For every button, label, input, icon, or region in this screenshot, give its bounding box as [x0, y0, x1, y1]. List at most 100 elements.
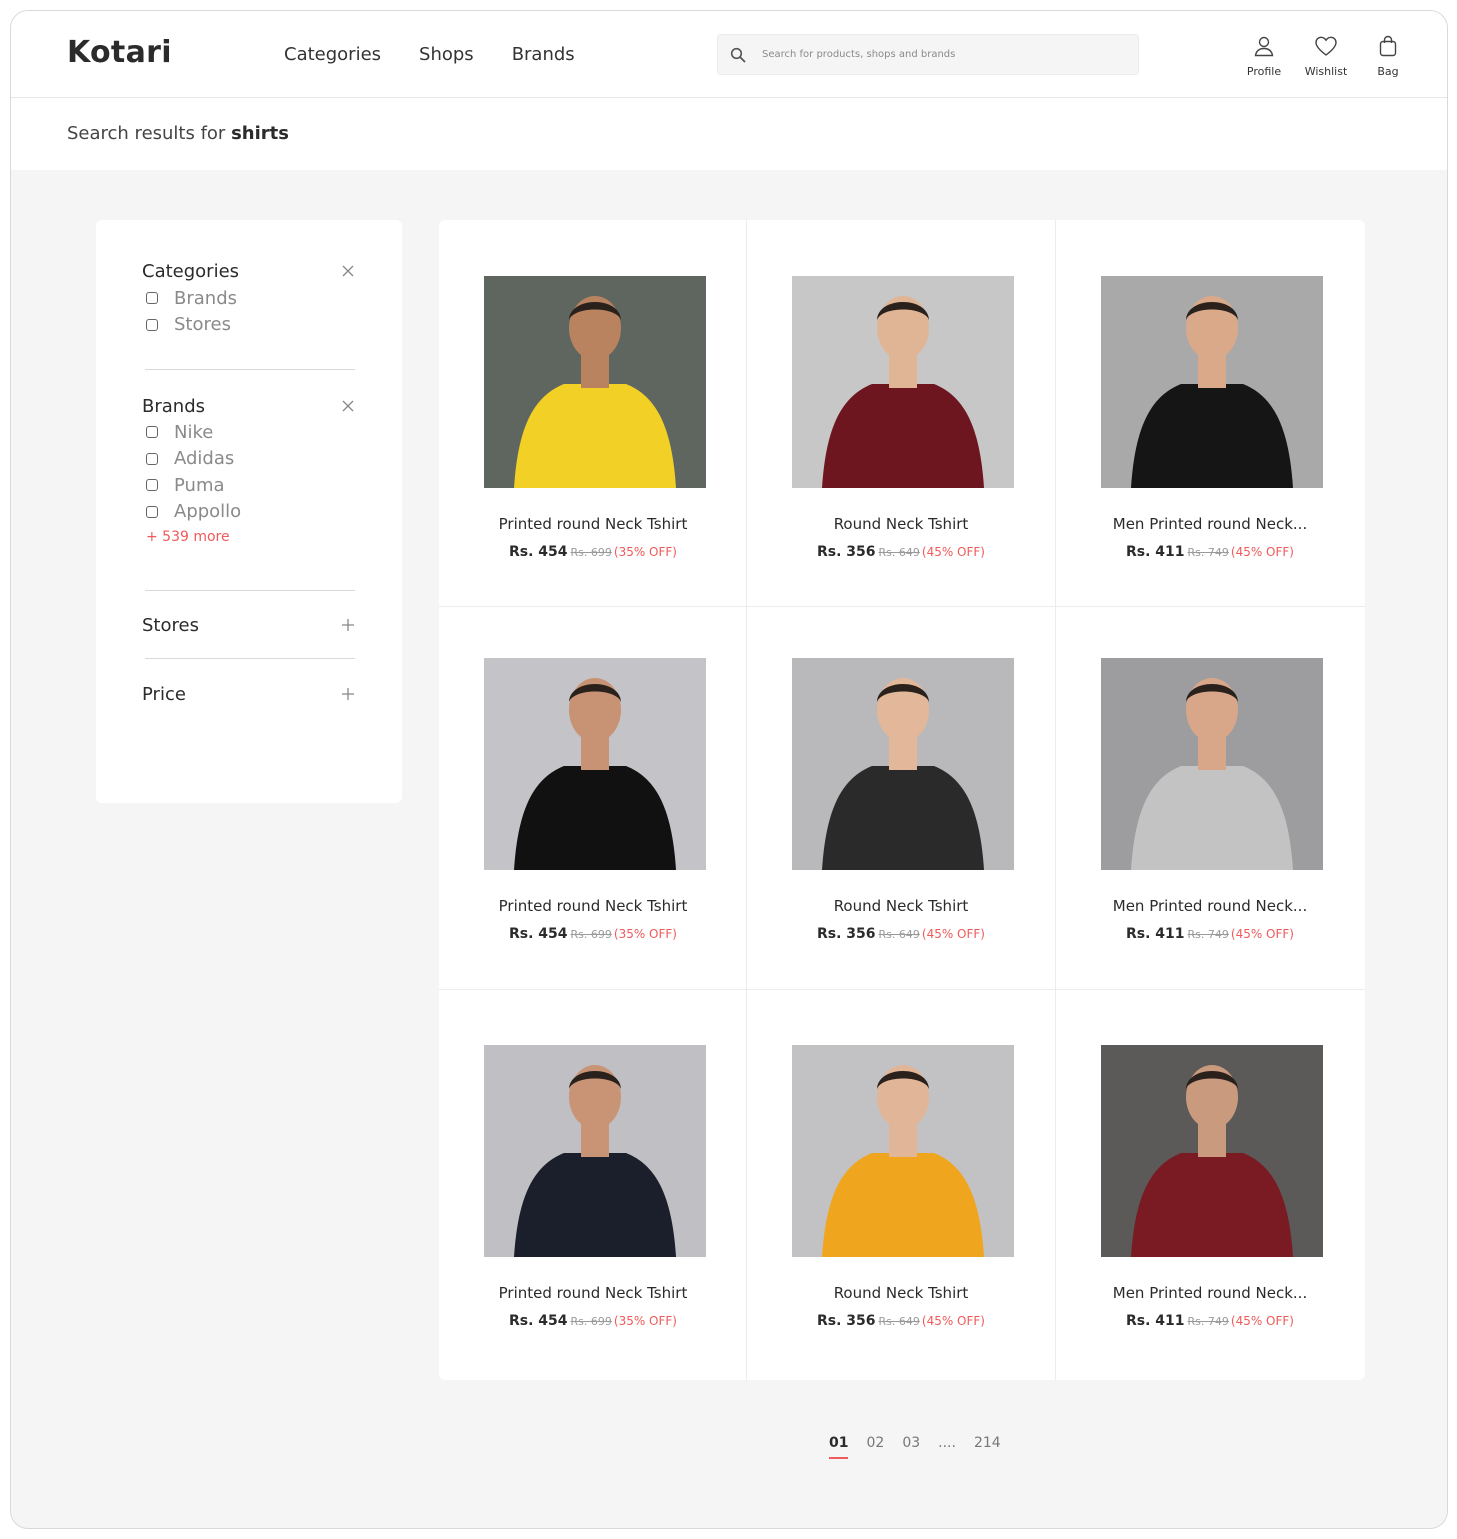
discount-label: (45% OFF): [921, 1314, 985, 1328]
bag-label: Bag: [1377, 65, 1399, 78]
original-price: Rs. 699: [570, 546, 612, 559]
original-price: Rs. 699: [570, 928, 612, 941]
original-price: Rs. 649: [878, 928, 920, 941]
sale-price: Rs. 411: [1125, 1313, 1185, 1329]
discount-label: (45% OFF): [1230, 927, 1294, 941]
original-price: Rs. 649: [878, 546, 920, 559]
product-image[interactable]: [1101, 276, 1323, 488]
profile-label: Profile: [1246, 65, 1282, 78]
discount-label: (45% OFF): [1230, 1314, 1294, 1328]
pagination: 01 02 03 .... 214: [829, 1435, 1019, 1459]
product-image[interactable]: [792, 658, 1014, 870]
search-bar: [717, 34, 1139, 75]
filter-title: Categories: [142, 260, 240, 282]
product-name: Men Printed round Neck...: [1112, 515, 1308, 533]
filter-option-brands[interactable]: Brands: [142, 285, 356, 312]
main-nav: Categories Shops Brands: [284, 44, 575, 65]
user-icon: [1253, 35, 1275, 61]
plus-icon[interactable]: [340, 686, 356, 702]
original-price: Rs. 749: [1187, 928, 1229, 941]
product-price: Rs. 356 Rs. 649 (45% OFF): [747, 1313, 1055, 1329]
nav-brands[interactable]: Brands: [512, 44, 575, 65]
nav-shops[interactable]: Shops: [419, 44, 474, 65]
product-card[interactable]: Round Neck Tshirt Rs. 356 Rs. 649 (45% OFF): [747, 606, 1055, 992]
checkbox[interactable]: [146, 505, 158, 518]
search-icon: [718, 47, 758, 63]
product-card[interactable]: Printed round Neck Tshirt Rs. 454 Rs. 699(…: [439, 990, 747, 1376]
product-card[interactable]: Men Printed round Neck... Rs. 411 Rs. 749(…: [1056, 220, 1364, 606]
search-input[interactable]: [758, 49, 1118, 60]
product-card[interactable]: Men Printed round Neck... Rs. 411 Rs. 749(…: [1056, 990, 1364, 1376]
close-icon[interactable]: [340, 398, 356, 414]
checkbox[interactable]: [146, 452, 158, 465]
product-name: Printed round Neck Tshirt: [498, 1284, 688, 1302]
sale-price: Rs. 411: [1125, 926, 1185, 942]
product-price: Rs. 454 Rs. 699 (35% OFF): [439, 544, 747, 560]
filter-option-nike[interactable]: Nike: [142, 419, 356, 446]
product-image[interactable]: [484, 658, 706, 870]
page-link-1[interactable]: 01: [829, 1435, 849, 1459]
discount-label: (35% OFF): [613, 1314, 677, 1328]
discount-label: (45% OFF): [921, 927, 985, 941]
plus-icon[interactable]: [340, 617, 356, 633]
discount-label: (45% OFF): [921, 545, 985, 559]
product-name: Round Neck Tshirt: [833, 515, 969, 533]
filter-title: Stores: [142, 614, 199, 636]
product-price: Rs. 411 Rs. 749 (45% OFF): [1056, 926, 1364, 942]
filter-option-appollo[interactable]: Appollo: [142, 499, 356, 526]
checkbox[interactable]: [146, 318, 158, 331]
close-icon[interactable]: [340, 263, 356, 279]
product-card[interactable]: Round Neck Tshirt Rs. 356 Rs. 649 (45% OFF): [747, 220, 1055, 606]
checkbox[interactable]: [146, 426, 158, 439]
product-name: Printed round Neck Tshirt: [498, 897, 688, 915]
original-price: Rs. 749: [1187, 1315, 1229, 1328]
results-bar: Search results for shirts: [11, 98, 1447, 170]
divider: [145, 658, 355, 659]
more-brands-link[interactable]: + 539 more: [146, 529, 356, 545]
sale-price: Rs. 454: [508, 1313, 568, 1329]
results-query: shirts: [231, 123, 289, 144]
product-name: Round Neck Tshirt: [833, 897, 969, 915]
heart-icon: [1314, 35, 1338, 61]
filter-sidebar: Categories Brands Stores Brands Nike Adi…: [96, 220, 402, 803]
nav-categories[interactable]: Categories: [284, 44, 381, 65]
original-price: Rs. 649: [878, 1315, 920, 1328]
product-card[interactable]: Printed round Neck Tshirt Rs. 454 Rs. 699(…: [439, 220, 747, 606]
product-image[interactable]: [1101, 1045, 1323, 1257]
discount-label: (35% OFF): [613, 927, 677, 941]
app-frame: Kotari Categories Shops Brands Profile: [10, 10, 1448, 1529]
page-link-3[interactable]: 03: [902, 1435, 920, 1451]
discount-label: (35% OFF): [613, 545, 677, 559]
product-image[interactable]: [792, 276, 1014, 488]
filter-stores: Stores: [142, 613, 356, 637]
product-name: Men Printed round Neck...: [1112, 897, 1308, 915]
filter-title: Price: [142, 683, 186, 705]
divider: [145, 369, 355, 370]
discount-label: (45% OFF): [1230, 545, 1294, 559]
filter-title: Brands: [142, 395, 205, 417]
product-card[interactable]: Round Neck Tshirt Rs. 356 Rs. 649 (45% OFF): [747, 990, 1055, 1376]
divider: [145, 590, 355, 591]
product-image[interactable]: [484, 276, 706, 488]
profile-button[interactable]: Profile: [1233, 35, 1295, 78]
filter-option-puma[interactable]: Puma: [142, 472, 356, 499]
bag-button[interactable]: Bag: [1357, 35, 1419, 78]
logo[interactable]: Kotari: [67, 35, 172, 70]
filter-option-stores[interactable]: Stores: [142, 312, 356, 339]
product-price: Rs. 356 Rs. 649 (45% OFF): [747, 544, 1055, 560]
sale-price: Rs. 356: [816, 1313, 876, 1329]
sale-price: Rs. 356: [816, 544, 876, 560]
product-price: Rs. 356 Rs. 649 (45% OFF): [747, 926, 1055, 942]
original-price: Rs. 749: [1187, 546, 1229, 559]
checkbox[interactable]: [146, 479, 158, 492]
product-image[interactable]: [792, 1045, 1014, 1257]
product-card[interactable]: Printed round Neck Tshirt Rs. 454 Rs. 699(…: [439, 606, 747, 992]
page-link-2[interactable]: 02: [866, 1435, 884, 1451]
product-image[interactable]: [484, 1045, 706, 1257]
checkbox[interactable]: [146, 292, 158, 305]
wishlist-button[interactable]: Wishlist: [1295, 35, 1357, 78]
product-image[interactable]: [1101, 658, 1323, 870]
product-card[interactable]: Men Printed round Neck... Rs. 411 Rs. 749(…: [1056, 606, 1364, 992]
filter-option-adidas[interactable]: Adidas: [142, 446, 356, 473]
page-link-last[interactable]: 214: [974, 1435, 1001, 1451]
